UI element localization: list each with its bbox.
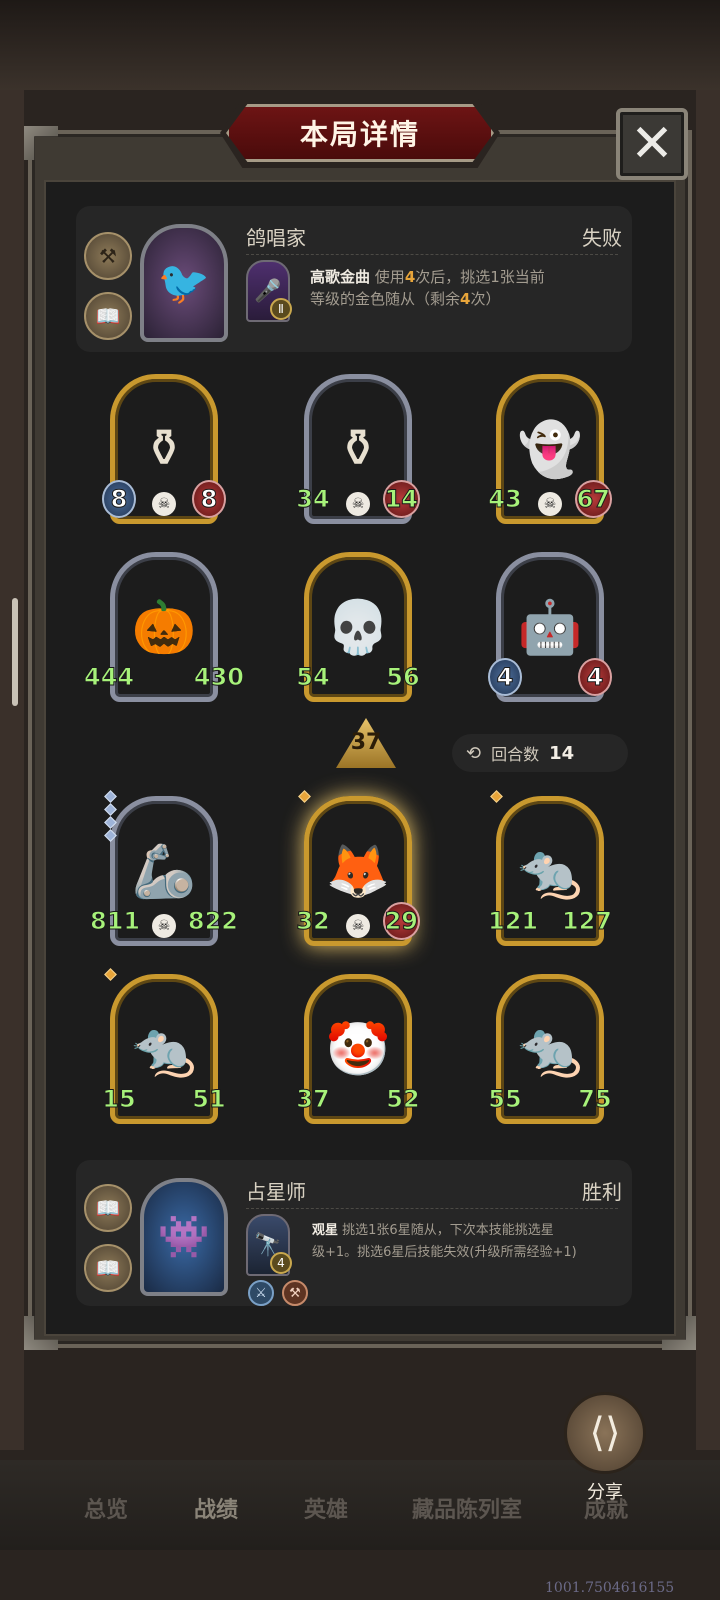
level-badge: 37 — [350, 730, 382, 755]
skull-icon: ☠ — [538, 492, 562, 516]
health-stat: 75 — [578, 1085, 612, 1114]
opponent-skill-desc: 高歌金曲 使用4次后，挑选1张当前 等级的金色随从（剩余4次） — [310, 268, 545, 308]
close-icon: ✕ — [630, 114, 674, 174]
attack-stat: 54 — [296, 663, 330, 692]
skull-icon: ☠ — [346, 492, 370, 516]
health-stat: 822 — [187, 907, 238, 936]
enemy-unit[interactable]: 👻 43 67 ☠ — [488, 372, 612, 530]
health-stat: 8 — [192, 480, 226, 518]
share-label: 分享 — [587, 1482, 623, 1503]
health-stat: 56 — [386, 663, 420, 692]
player-unit[interactable]: 🐀 15 51 — [102, 968, 226, 1130]
opponent-avatar[interactable]: 🐦 — [140, 224, 228, 342]
star-pips — [104, 968, 117, 981]
nav-records[interactable]: 战绩 — [194, 1492, 238, 1524]
share-icon: ⟨⟩ — [589, 1410, 621, 1456]
divider — [246, 1208, 618, 1209]
trinket-icon[interactable]: ⚒ — [84, 232, 132, 280]
nav-overview[interactable]: 总览 — [84, 1492, 128, 1524]
enemy-unit[interactable]: 💀 54 56 — [296, 550, 420, 708]
tool-icon[interactable]: ⚒ — [282, 1280, 308, 1306]
build-id: 1001.7504616155 — [545, 1580, 675, 1596]
health-stat: 430 — [193, 663, 244, 692]
self-skill-desc: 观星 挑选1张6星随从，下次本技能挑选星 级+1。挑选6星后技能失效(升级所需经… — [312, 1223, 577, 1260]
player-unit[interactable]: 🐀 55 75 — [488, 972, 612, 1130]
attack-stat: 34 — [296, 485, 330, 514]
attack-stat: 15 — [102, 1085, 136, 1114]
star-pips — [490, 790, 503, 803]
skull-icon: ☠ — [152, 914, 176, 938]
share-button[interactable]: ⟨⟩ — [564, 1392, 646, 1474]
player-unit[interactable]: 🤡 37 52 — [296, 972, 420, 1130]
attack-stat: 32 — [296, 907, 330, 936]
nav-collection[interactable]: 藏品陈列室 — [412, 1492, 522, 1524]
book-icon[interactable]: 📖 — [84, 1184, 132, 1232]
attack-stat: 37 — [296, 1085, 330, 1114]
self-avatar[interactable]: 👾 — [140, 1178, 228, 1296]
divider — [246, 254, 618, 255]
skull-icon: ☠ — [346, 914, 370, 938]
scroll-indicator[interactable] — [12, 598, 18, 706]
health-stat: 4 — [578, 658, 612, 696]
rounds-value: 14 — [549, 742, 575, 764]
health-stat: 51 — [192, 1085, 226, 1114]
health-stat: 127 — [561, 907, 612, 936]
skill-level-badge: 4 — [270, 1252, 292, 1274]
attack-stat: 8 — [102, 480, 136, 518]
self-name: 占星师 — [246, 1180, 306, 1204]
health-stat: 67 — [574, 480, 612, 518]
sword-icon[interactable]: ⚔ — [248, 1280, 274, 1306]
star-pips — [104, 790, 117, 842]
enemy-unit[interactable]: 🤖 4 4 — [488, 550, 612, 708]
player-unit[interactable]: 🐀 121 127 — [487, 790, 613, 952]
attack-stat: 4 — [488, 658, 522, 696]
self-result: 胜利 — [582, 1180, 622, 1204]
attack-stat: 55 — [488, 1085, 522, 1114]
health-stat: 14 — [382, 480, 420, 518]
top-background — [0, 0, 720, 90]
health-stat: 52 — [386, 1085, 420, 1114]
rounds-label: 回合数 — [491, 745, 540, 764]
star-pips — [298, 790, 311, 803]
skill-level-badge: Ⅱ — [270, 298, 292, 320]
health-stat: 29 — [382, 902, 420, 940]
opponent-name: 鸽唱家 — [246, 226, 306, 250]
enemy-unit[interactable]: ⚱ 8 8 ☠ — [102, 372, 226, 530]
refresh-icon: ⟲ — [466, 742, 482, 764]
rounds-counter: ⟲ 回合数 14 — [452, 734, 628, 772]
attack-stat: 121 — [487, 907, 539, 936]
book-icon[interactable]: 📖 — [84, 292, 132, 340]
enemy-unit[interactable]: ⚱ 34 14 ☠ — [296, 372, 420, 530]
attack-stat: 444 — [83, 663, 135, 692]
book-icon[interactable]: 📖 — [84, 1244, 132, 1292]
player-unit[interactable]: 🦊 32 29 ☠ — [296, 790, 420, 952]
attack-stat: 811 — [89, 907, 141, 936]
skull-icon: ☠ — [152, 492, 176, 516]
enemy-unit[interactable]: 🎃 444 430 — [83, 550, 245, 708]
opponent-result: 失败 — [582, 226, 622, 250]
player-unit[interactable]: 🦾 811 822 ☠ — [89, 790, 239, 952]
attack-stat: 43 — [488, 485, 522, 514]
left-edge — [0, 90, 24, 1450]
page-title: 本局详情 — [226, 104, 494, 162]
right-edge — [696, 90, 720, 1450]
close-button[interactable]: ✕ — [616, 108, 688, 180]
nav-heroes[interactable]: 英雄 — [304, 1492, 348, 1524]
